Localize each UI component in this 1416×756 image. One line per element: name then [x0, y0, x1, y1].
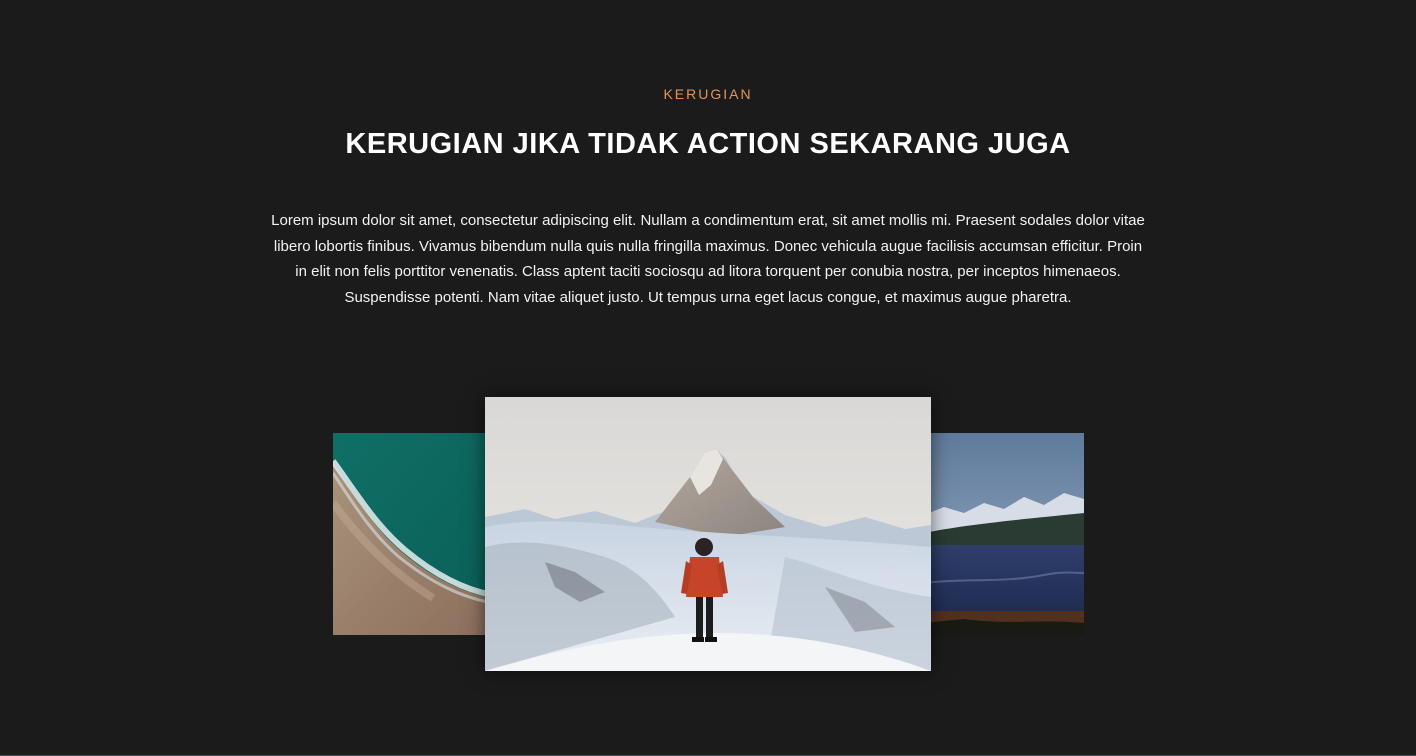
mountain-hiker-image — [485, 397, 931, 671]
image-carousel — [0, 0, 1416, 756]
lake-image — [924, 433, 1084, 635]
carousel-slide-lake[interactable] — [924, 433, 1084, 635]
carousel-slide-mountain[interactable] — [485, 397, 931, 671]
kerugian-section: KERUGIAN KERUGIAN JIKA TIDAK ACTION SEKA… — [0, 0, 1416, 756]
carousel-slide-beach[interactable] — [333, 433, 493, 635]
beach-image — [333, 433, 493, 635]
